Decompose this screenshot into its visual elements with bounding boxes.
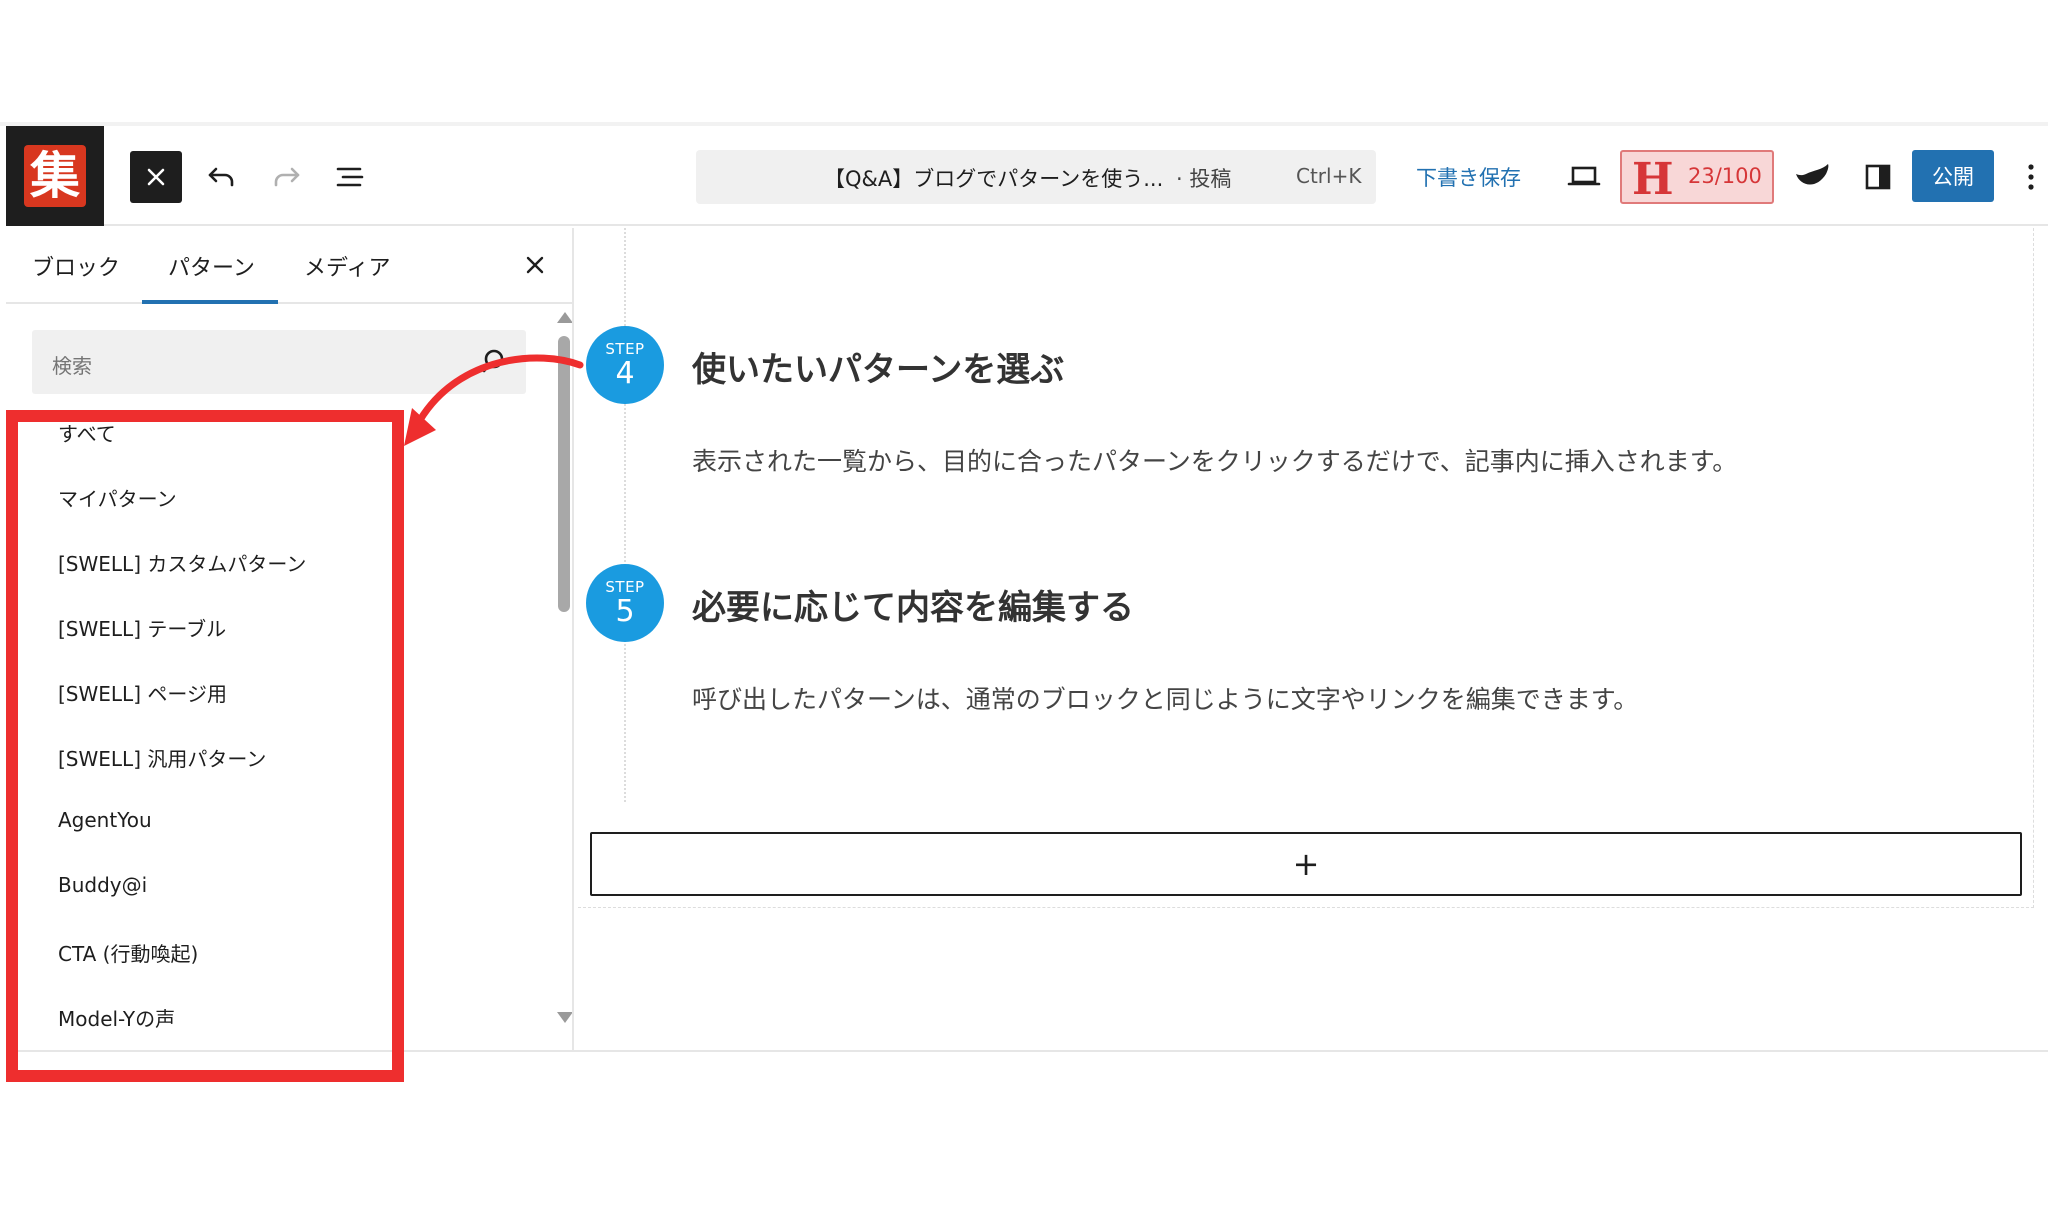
step-number: 4 (615, 356, 635, 391)
publish-button[interactable]: 公開 (1912, 150, 1994, 202)
more-options-icon (2028, 164, 2034, 190)
document-overview-button[interactable] (324, 151, 376, 203)
tab-blocks[interactable]: ブロック (32, 250, 120, 282)
add-block-button[interactable]: + (590, 832, 2022, 896)
document-title: 【Q&A】ブログでパターンを使う... (824, 167, 1164, 191)
step-text[interactable]: 呼び出したパターンは、通常のブロックと同じように文字やリンクを編集できます。 (692, 680, 1638, 716)
close-panel-button[interactable] (516, 246, 554, 284)
tab-media[interactable]: メディア (304, 250, 390, 282)
document-title-bar[interactable]: 【Q&A】ブログでパターンを使う... · 投稿 Ctrl+K (696, 150, 1376, 204)
highlight-box (6, 410, 404, 1082)
panel-scrollbar[interactable] (554, 312, 572, 1052)
active-tab-indicator (142, 300, 278, 304)
post-type-label: · 投稿 (1176, 167, 1232, 191)
settings-sidebar-button[interactable] (1852, 151, 1904, 203)
screenshot: 集 【Q&A】ブログでパターンを使う... · 投稿 Ctrl+K 下書き保存 … (0, 0, 2048, 1229)
step-badge: STEP 5 (586, 564, 664, 642)
scroll-thumb[interactable] (558, 336, 570, 612)
step-title[interactable]: 使いたいパターンを選ぶ (692, 342, 1064, 391)
close-icon (147, 168, 165, 186)
pattern-search-input[interactable]: 検索 (32, 330, 526, 394)
step-text[interactable]: 表示された一覧から、目的に合ったパターンをクリックするだけで、記事内に挿入されま… (692, 442, 1737, 478)
scroll-up-arrow[interactable] (557, 312, 572, 323)
step-badge: STEP 4 (586, 326, 664, 404)
redo-button[interactable] (260, 151, 312, 203)
swell-button[interactable] (1786, 151, 1838, 203)
preview-icon (1567, 166, 1601, 186)
preview-button[interactable] (1558, 151, 1610, 203)
undo-button[interactable] (196, 151, 248, 203)
step-timeline-line (624, 228, 626, 802)
tab-patterns[interactable]: パターン (168, 250, 255, 282)
inserter-tabs: ブロック パターン メディア (6, 228, 572, 304)
site-logo-button[interactable]: 集 (6, 126, 104, 226)
editor-toolbar: 集 【Q&A】ブログでパターンを使う... · 投稿 Ctrl+K 下書き保存 … (6, 126, 2048, 226)
save-draft-button[interactable]: 下書き保存 (1416, 162, 1521, 192)
close-inserter-button[interactable] (130, 151, 182, 203)
seo-score-badge[interactable]: H 23/100 (1620, 150, 1774, 205)
close-icon (526, 256, 544, 274)
undo-icon (208, 167, 234, 187)
document-overview-icon (336, 167, 364, 187)
score-letter: H (1632, 154, 1674, 205)
content-block-outline (578, 228, 2034, 908)
swell-icon (1796, 164, 1829, 185)
command-palette-shortcut: Ctrl+K (1296, 164, 1362, 188)
step-title[interactable]: 必要に応じて内容を編集する (692, 580, 1134, 629)
step-number: 5 (615, 594, 635, 629)
editor-canvas: STEP 4 使いたいパターンを選ぶ 表示された一覧から、目的に合ったパターンを… (578, 228, 2048, 1052)
score-value: 23/100 (1688, 164, 1762, 188)
search-placeholder: 検索 (52, 354, 92, 378)
search-icon (482, 349, 504, 373)
settings-sidebar-icon (1865, 164, 1891, 190)
redo-icon (274, 167, 300, 187)
more-options-button[interactable] (2016, 151, 2046, 203)
site-logo-icon: 集 (24, 145, 86, 207)
scroll-down-arrow[interactable] (557, 1012, 572, 1023)
